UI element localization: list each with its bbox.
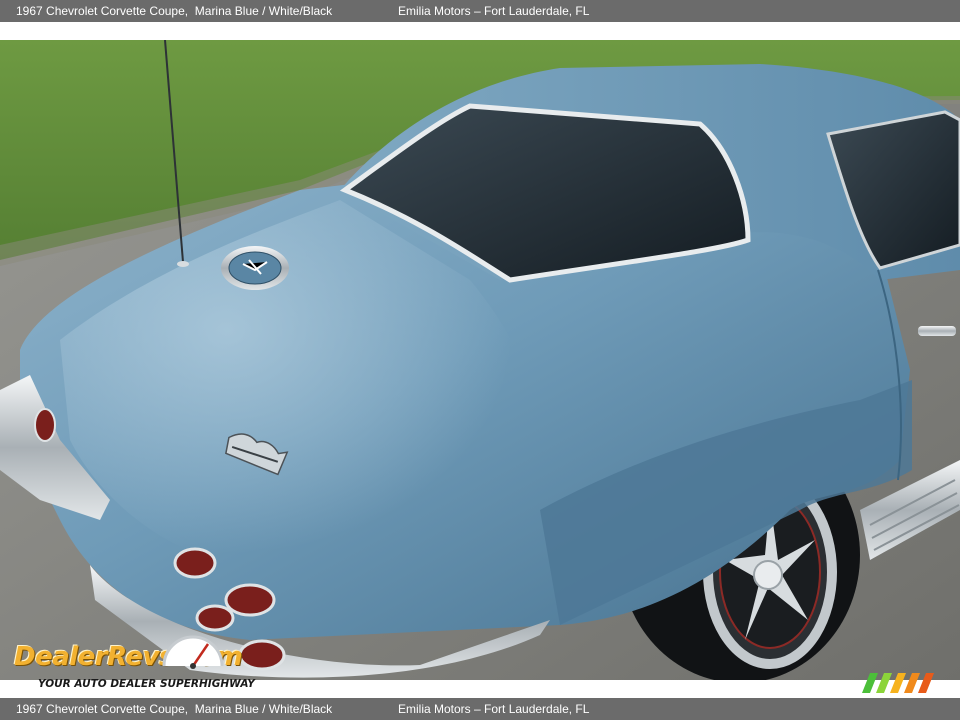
caption-vehicle-title: 1967 Chevrolet Corvette Coupe, Marina Bl… <box>16 702 333 716</box>
color-stripes-logo-icon <box>862 673 934 693</box>
watermark-tagline: YOUR AUTO DEALER SUPERHIGHWAY <box>38 678 255 690</box>
corvette-photo-illustration <box>0 40 960 680</box>
taillight <box>224 583 276 617</box>
caption-dealer-location: Emilia Motors – Fort Lauderdale, FL <box>398 702 590 716</box>
vehicle-photo <box>0 40 960 680</box>
speedometer-gauge-icon <box>162 635 224 669</box>
caption-dealer-location: Emilia Motors – Fort Lauderdale, FL <box>398 4 590 18</box>
bottom-caption-bar: 1967 Chevrolet Corvette Coupe, Marina Bl… <box>0 698 960 720</box>
top-caption-bar: 1967 Chevrolet Corvette Coupe, Marina Bl… <box>0 0 960 22</box>
door-handle <box>918 326 956 336</box>
taillight <box>173 547 217 579</box>
top-white-strip <box>0 22 960 40</box>
dealerrevs-watermark: DealerRevs.com YOUR AUTO DEALER SUPERHIG… <box>12 635 272 694</box>
caption-vehicle-title: 1967 Chevrolet Corvette Coupe, Marina Bl… <box>16 4 333 18</box>
